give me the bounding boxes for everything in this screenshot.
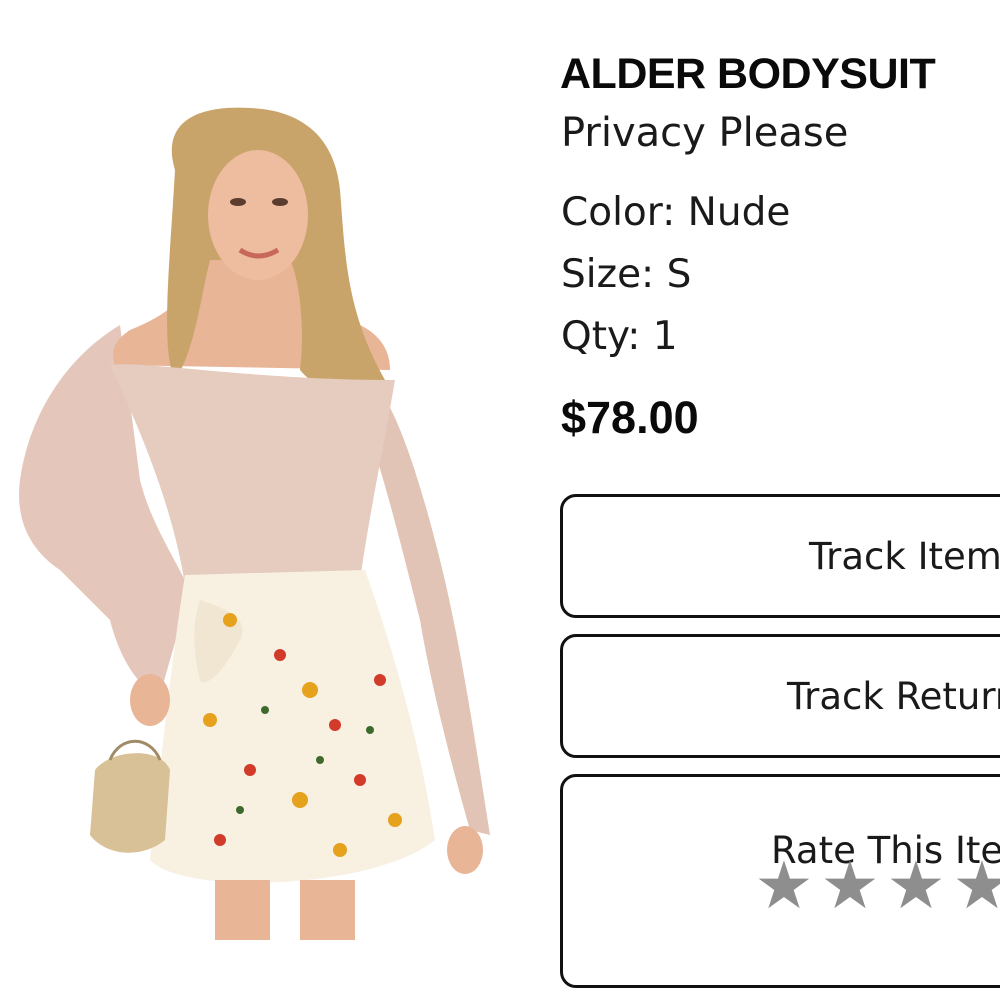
product-title: ALDER BODYSUIT xyxy=(560,50,936,98)
product-price: $78.00 xyxy=(561,392,699,443)
product-color: Color: Nude xyxy=(561,190,791,235)
rate-item-card: Rate This Item ★★★★★ xyxy=(560,774,1000,988)
rating-stars[interactable]: ★★★★★ xyxy=(751,853,1000,919)
track-item-button[interactable]: Track Item xyxy=(560,494,1000,618)
track-item-label: Track Item xyxy=(809,535,1000,578)
star-1-icon[interactable]: ★ xyxy=(751,853,817,919)
star-2-icon[interactable]: ★ xyxy=(817,853,883,919)
product-image xyxy=(0,80,520,960)
track-return-button[interactable]: Track Return xyxy=(560,634,1000,758)
star-3-icon[interactable]: ★ xyxy=(883,853,949,919)
product-qty: Qty: 1 xyxy=(561,314,678,359)
track-return-label: Track Return xyxy=(787,675,1000,718)
product-brand[interactable]: Privacy Please xyxy=(561,110,848,156)
star-4-icon[interactable]: ★ xyxy=(949,853,1000,919)
product-size: Size: S xyxy=(561,252,692,297)
